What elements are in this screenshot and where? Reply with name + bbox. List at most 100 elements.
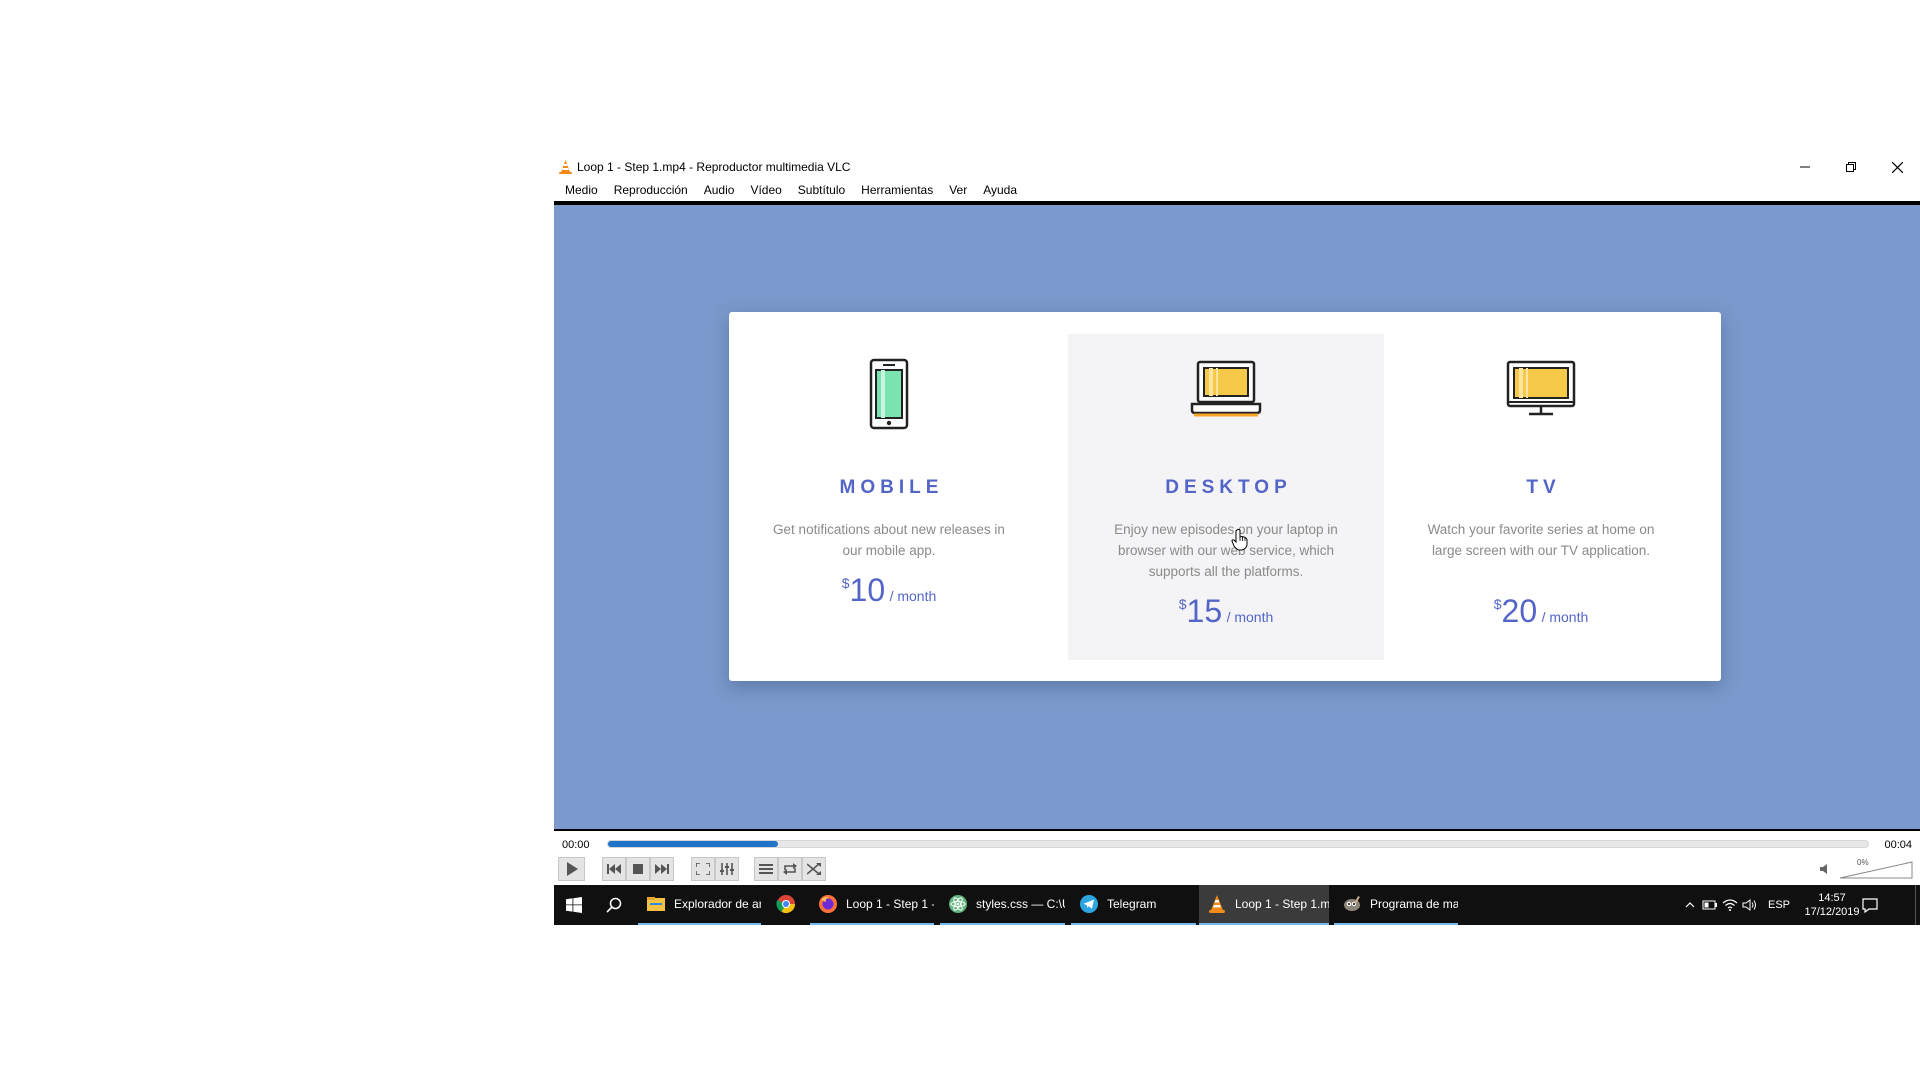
- tray-battery[interactable]: [1700, 895, 1720, 915]
- seek-slider[interactable]: [607, 840, 1869, 848]
- taskbar-app-label: Loop 1 - Step 1.mp...: [1235, 897, 1329, 911]
- plan-price: $10 / month: [731, 572, 1047, 609]
- search-button[interactable]: [594, 885, 634, 925]
- tv-icon: [1506, 360, 1576, 416]
- laptop-icon: [1190, 360, 1262, 417]
- menu-ayuda[interactable]: Ayuda: [975, 181, 1025, 201]
- plan-name: TV: [1526, 477, 1561, 498]
- loop-icon: [783, 863, 797, 875]
- loop-button[interactable]: [778, 857, 802, 881]
- minimize-icon: [1800, 166, 1810, 168]
- menu-subtitulo[interactable]: Subtítulo: [790, 181, 853, 201]
- plan-name: MOBILE: [839, 477, 944, 498]
- gimp-icon: [1344, 896, 1360, 911]
- seek-row: 00:00 00:04: [554, 833, 1920, 855]
- plan-desktop: DESKTOP Enjoy new episodes on your lapto…: [1068, 334, 1384, 660]
- minimize-button[interactable]: [1782, 153, 1828, 181]
- menu-medio[interactable]: Medio: [557, 181, 606, 201]
- taskbar-app-explorer[interactable]: Explorador de archi...: [638, 885, 761, 925]
- taskbar-app-label: Loop 1 - Step 1 - M...: [846, 897, 934, 911]
- time-total: 00:04: [1884, 839, 1912, 851]
- taskbar-app-label: Telegram: [1107, 897, 1157, 911]
- volume-label: 0%: [1857, 858, 1869, 867]
- random-button[interactable]: [802, 857, 826, 881]
- atom-icon: [949, 895, 967, 913]
- taskbar-app-chrome[interactable]: [763, 885, 809, 925]
- volume-icon: [1742, 899, 1756, 911]
- plan-mobile: MOBILE Get notifications about new relea…: [731, 334, 1047, 660]
- menu-audio[interactable]: Audio: [696, 181, 743, 201]
- search-icon: [606, 897, 622, 913]
- taskbar-app-vlc[interactable]: Loop 1 - Step 1.mp...: [1199, 885, 1329, 925]
- taskbar-app-label: styles.css — C:\Use...: [976, 897, 1065, 911]
- seek-progress: [608, 841, 779, 847]
- title-bar[interactable]: Loop 1 - Step 1.mp4 - Reproductor multim…: [554, 153, 1920, 181]
- start-button[interactable]: [554, 885, 594, 925]
- taskbar-app-telegram[interactable]: Telegram: [1071, 885, 1196, 925]
- hand-cursor-icon: [1231, 529, 1248, 551]
- language-indicator[interactable]: ESP: [1768, 899, 1790, 911]
- show-desktop-button[interactable]: [1915, 885, 1920, 925]
- smartphone-icon: [869, 358, 909, 430]
- windows-icon: [566, 897, 582, 913]
- time-elapsed: 00:00: [562, 839, 590, 851]
- price-period: / month: [1541, 609, 1589, 625]
- menu-video[interactable]: Vídeo: [742, 181, 789, 201]
- telegram-icon: [1080, 895, 1098, 913]
- playlist-button[interactable]: [754, 857, 778, 881]
- taskbar-app-label: Explorador de archi...: [674, 897, 761, 911]
- price-period: / month: [1226, 609, 1274, 625]
- video-frame[interactable]: MOBILE Get notifications about new relea…: [554, 205, 1920, 829]
- system-tray: ESP 14:57 17/12/2019: [1680, 885, 1866, 925]
- extended-settings-button[interactable]: [715, 857, 739, 881]
- folder-icon: [647, 897, 665, 911]
- taskbar-app-gimp[interactable]: Programa de mani...: [1334, 885, 1458, 925]
- taskbar: Explorador de archi... Loop 1 - Step 1 -…: [554, 885, 1920, 925]
- action-center-button[interactable]: [1850, 885, 1890, 925]
- player-controls: 0%: [554, 855, 1920, 885]
- fullscreen-icon: [696, 863, 710, 875]
- menu-ver[interactable]: Ver: [941, 181, 975, 201]
- price-currency: $: [1178, 596, 1187, 612]
- vlc-cone-icon: [559, 160, 572, 174]
- wifi-icon: [1722, 899, 1738, 911]
- play-button[interactable]: [558, 857, 585, 881]
- fullscreen-button[interactable]: [691, 857, 715, 881]
- notification-icon: [1862, 898, 1878, 913]
- vlc-window: Loop 1 - Step 1.mp4 - Reproductor multim…: [554, 153, 1920, 925]
- price-amount: 10: [849, 572, 886, 608]
- close-button[interactable]: [1874, 153, 1920, 181]
- vlc-icon: [1209, 895, 1225, 913]
- price-currency: $: [841, 575, 850, 591]
- tray-expand-button[interactable]: [1680, 895, 1700, 915]
- next-button[interactable]: [650, 857, 674, 881]
- plan-name: DESKTOP: [1165, 477, 1292, 498]
- plan-tv: TV Watch your favorite series at home on…: [1383, 334, 1699, 660]
- volume-slider[interactable]: [1838, 860, 1914, 880]
- tray-volume[interactable]: [1740, 895, 1760, 915]
- price-amount: 20: [1501, 593, 1538, 629]
- taskbar-app-atom[interactable]: styles.css — C:\Use...: [940, 885, 1065, 925]
- plan-description: Get notifications about new releases in …: [773, 522, 1005, 558]
- stop-icon: [633, 864, 643, 874]
- previous-button[interactable]: [602, 857, 626, 881]
- menu-herramientas[interactable]: Herramientas: [853, 181, 941, 201]
- price-amount: 15: [1186, 593, 1223, 629]
- shuffle-icon: [807, 863, 821, 875]
- stop-button[interactable]: [626, 857, 650, 881]
- restore-icon: [1846, 162, 1856, 172]
- taskbar-app-label: Programa de mani...: [1370, 897, 1458, 911]
- chrome-icon: [776, 895, 795, 914]
- equalizer-icon: [720, 863, 734, 875]
- taskbar-app-firefox[interactable]: Loop 1 - Step 1 - M...: [810, 885, 934, 925]
- window-title: Loop 1 - Step 1.mp4 - Reproductor multim…: [577, 160, 851, 174]
- firefox-icon: [819, 895, 837, 913]
- restore-button[interactable]: [1828, 153, 1874, 181]
- menu-bar: Medio Reproducción Audio Vídeo Subtítulo…: [554, 181, 1920, 201]
- tray-wifi[interactable]: [1720, 895, 1740, 915]
- menu-reproduccion[interactable]: Reproducción: [606, 181, 696, 201]
- speaker-icon[interactable]: [1820, 863, 1832, 875]
- plan-description: Watch your favorite series at home on la…: [1427, 522, 1655, 558]
- video-area[interactable]: MOBILE Get notifications about new relea…: [554, 201, 1920, 831]
- plan-price: $15 / month: [1068, 593, 1384, 630]
